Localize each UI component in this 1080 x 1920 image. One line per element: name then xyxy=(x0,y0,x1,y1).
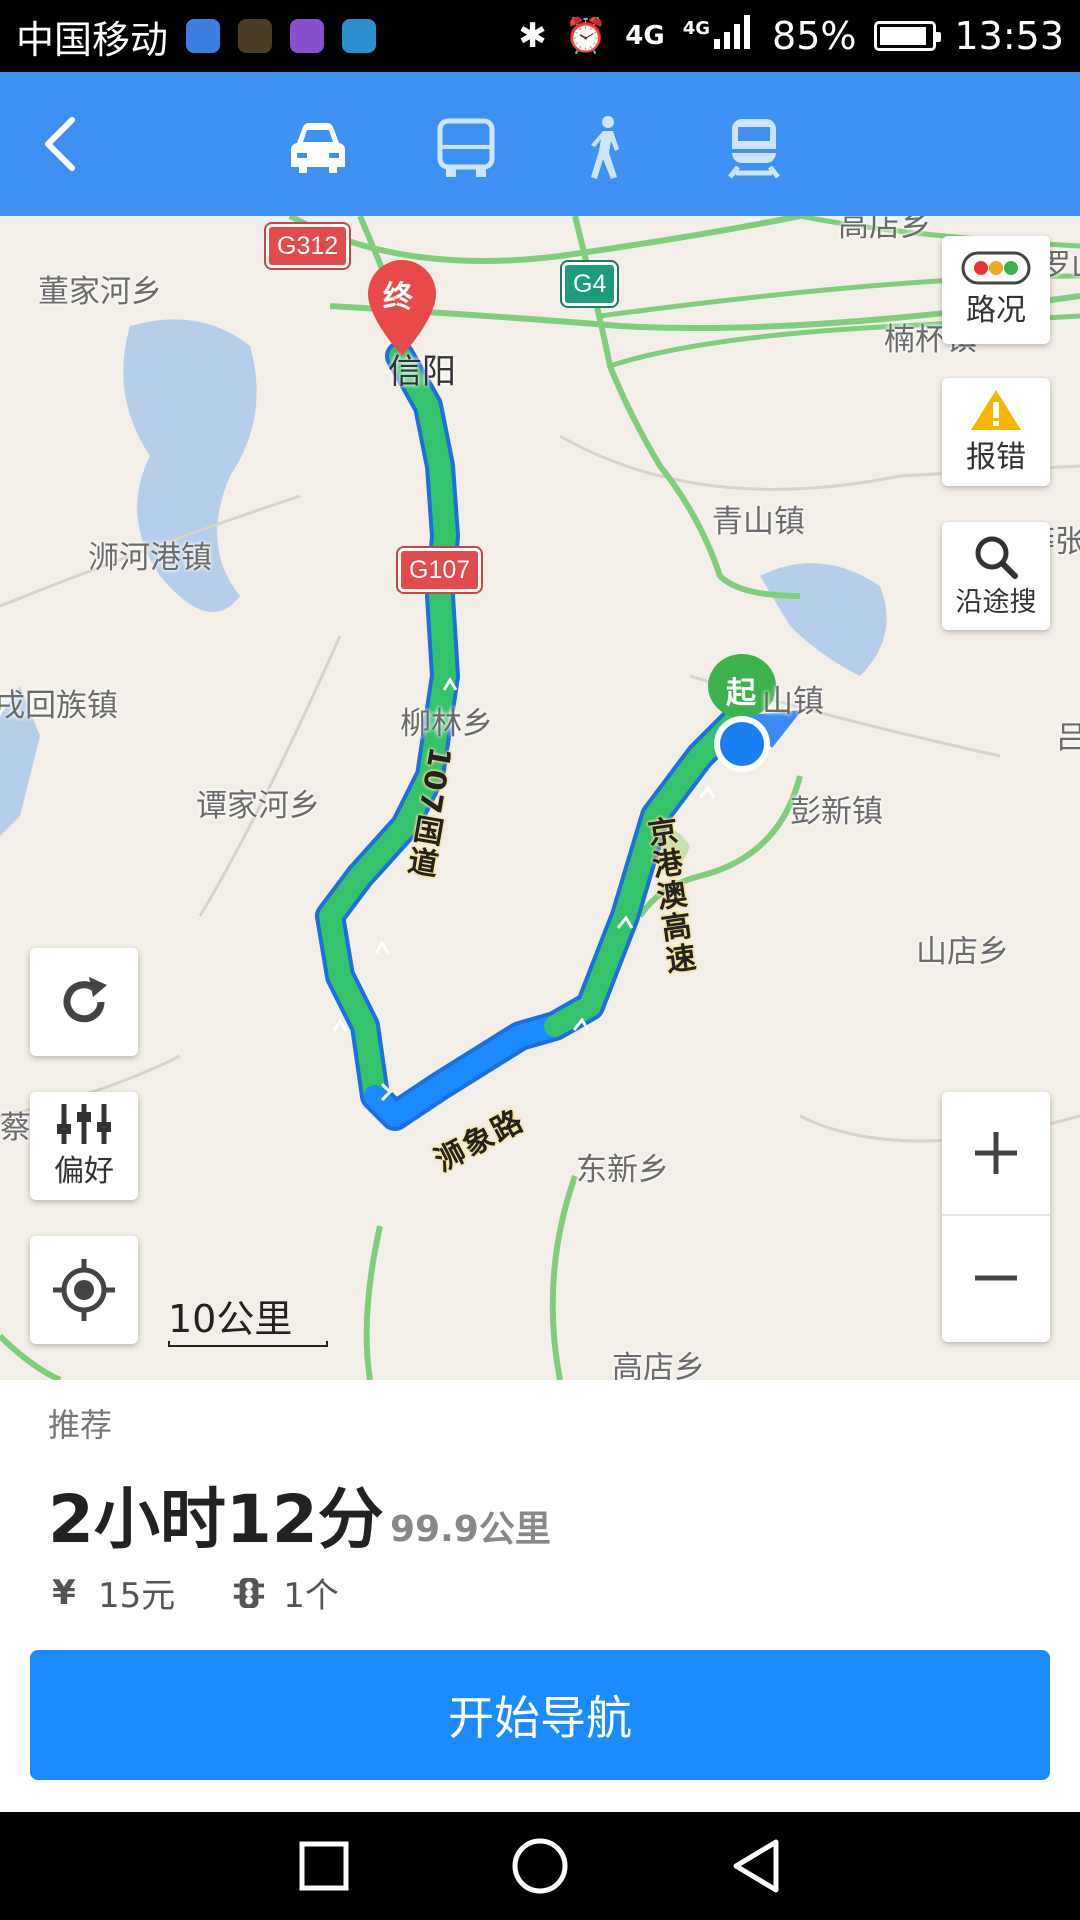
plus-icon xyxy=(975,1132,1017,1174)
system-nav-bar xyxy=(0,1812,1080,1920)
destination-marker-label: 终 xyxy=(383,280,413,315)
place-dongxin: 东新乡 xyxy=(576,1152,669,1188)
place-top: 高店乡 xyxy=(838,216,931,244)
place-liulin: 柳林乡 xyxy=(400,706,493,742)
route-summary-panel: 推荐 2小时12分 99.9公里 ¥ 15元 1个 开始导航 xyxy=(0,1380,1080,1812)
health-app-icon xyxy=(238,19,273,53)
refresh-icon xyxy=(63,977,107,1023)
sim-app-icon xyxy=(342,19,377,53)
place-tanjiahe: 谭家河乡 xyxy=(196,788,320,824)
place-lv: 吕 xyxy=(1056,720,1080,756)
map-scale: 10公里 xyxy=(168,1288,328,1347)
battery-percent: 85% xyxy=(772,14,857,58)
search-icon xyxy=(975,536,1018,579)
preference-label: 偏好 xyxy=(54,1154,114,1189)
place-pengxin: 彭新镇 xyxy=(790,794,883,830)
recents-icon[interactable] xyxy=(298,1840,350,1892)
yuan-icon: ¥ xyxy=(52,1572,76,1613)
signal-icon xyxy=(714,14,754,58)
warning-icon xyxy=(971,390,1021,430)
locate-icon xyxy=(53,1259,115,1321)
place-qingshan: 青山镇 xyxy=(712,504,805,540)
traffic-button[interactable]: 路况 xyxy=(942,236,1050,344)
mode-car-tab[interactable] xyxy=(278,108,358,188)
back-nav-icon[interactable] xyxy=(730,1838,782,1894)
car-icon xyxy=(291,123,345,173)
back-button[interactable] xyxy=(0,72,120,216)
gallery-app-icon xyxy=(290,19,325,53)
route-duration: 2小时12分 xyxy=(48,1481,384,1558)
start-marker-label: 起 xyxy=(726,676,756,711)
route-header xyxy=(0,72,1080,216)
traffic-light-count: 1个 xyxy=(283,1576,339,1616)
shield-g4: G4 xyxy=(562,262,618,306)
search-along-button[interactable]: 沿途搜 xyxy=(942,522,1050,630)
network-type-b: 4G xyxy=(682,17,711,39)
mode-bus-tab[interactable] xyxy=(426,108,506,188)
walk-icon xyxy=(591,116,619,179)
bluetooth-icon: ✱ xyxy=(518,16,547,56)
clock: 13:53 xyxy=(954,14,1064,58)
start-navigation-button[interactable]: 开始导航 xyxy=(30,1650,1050,1780)
mode-walk-tab[interactable] xyxy=(566,108,646,188)
traffic-button-label: 路况 xyxy=(966,293,1026,328)
place-huizu: 戌回族镇 xyxy=(0,688,118,724)
locate-button[interactable] xyxy=(30,1236,138,1344)
zoom-in-button[interactable] xyxy=(942,1092,1050,1216)
carrier-name: 中国移动 xyxy=(16,17,169,62)
sliders-icon xyxy=(57,1104,111,1144)
search-along-label: 沿途搜 xyxy=(955,586,1037,618)
network-type-a: 4G xyxy=(625,21,665,51)
map-scale-label: 10公里 xyxy=(168,1297,293,1341)
route-distance: 99.9公里 xyxy=(390,1509,551,1550)
route-meta: ¥ 15元 1个 xyxy=(48,1568,339,1617)
recommend-tag: 推荐 xyxy=(48,1406,113,1444)
home-icon[interactable] xyxy=(510,1836,570,1896)
place-shihegang: 浉河港镇 xyxy=(88,540,212,576)
battery-icon xyxy=(874,21,942,51)
zoom-out-button[interactable] xyxy=(942,1216,1050,1340)
status-bar: 中国移动 ✱ ⏰ 4G 4G 85% 13:53 xyxy=(0,0,1080,72)
location-app-icon xyxy=(186,19,221,53)
bus-icon xyxy=(437,118,495,177)
report-error-button[interactable]: 报错 xyxy=(942,378,1050,486)
place-cai: 蔡 xyxy=(0,1110,31,1146)
place-xinyang: 信阳 xyxy=(388,352,456,392)
map-canvas xyxy=(0,216,1080,1380)
chevron-left-icon xyxy=(45,117,75,171)
shield-g107: G107 xyxy=(398,548,482,592)
place-shandian: 山店乡 xyxy=(916,934,1009,970)
zoom-control xyxy=(942,1092,1050,1342)
place-dongjiahe: 董家河乡 xyxy=(38,274,162,310)
place-gaodian: 高店乡 xyxy=(612,1350,705,1380)
minus-icon xyxy=(975,1275,1017,1281)
toll-fee: 15元 xyxy=(98,1576,176,1616)
traffic-light-icon xyxy=(961,251,1031,285)
traffic-light-count-icon xyxy=(233,1575,265,1611)
shield-g312: G312 xyxy=(266,224,350,268)
mode-train-tab[interactable] xyxy=(714,108,794,188)
preference-button[interactable]: 偏好 xyxy=(30,1092,138,1200)
train-icon xyxy=(728,119,780,179)
refresh-button[interactable] xyxy=(30,948,138,1056)
report-error-label: 报错 xyxy=(966,440,1026,475)
route-map[interactable]: 终 起 董家河乡 信阳 浉河港镇 青山镇 戌回族镇 柳林乡 谭家河乡 彭新镇 山… xyxy=(0,216,1080,1380)
alarm-icon: ⏰ xyxy=(564,16,608,56)
place-shan-town: 山镇 xyxy=(762,684,824,720)
